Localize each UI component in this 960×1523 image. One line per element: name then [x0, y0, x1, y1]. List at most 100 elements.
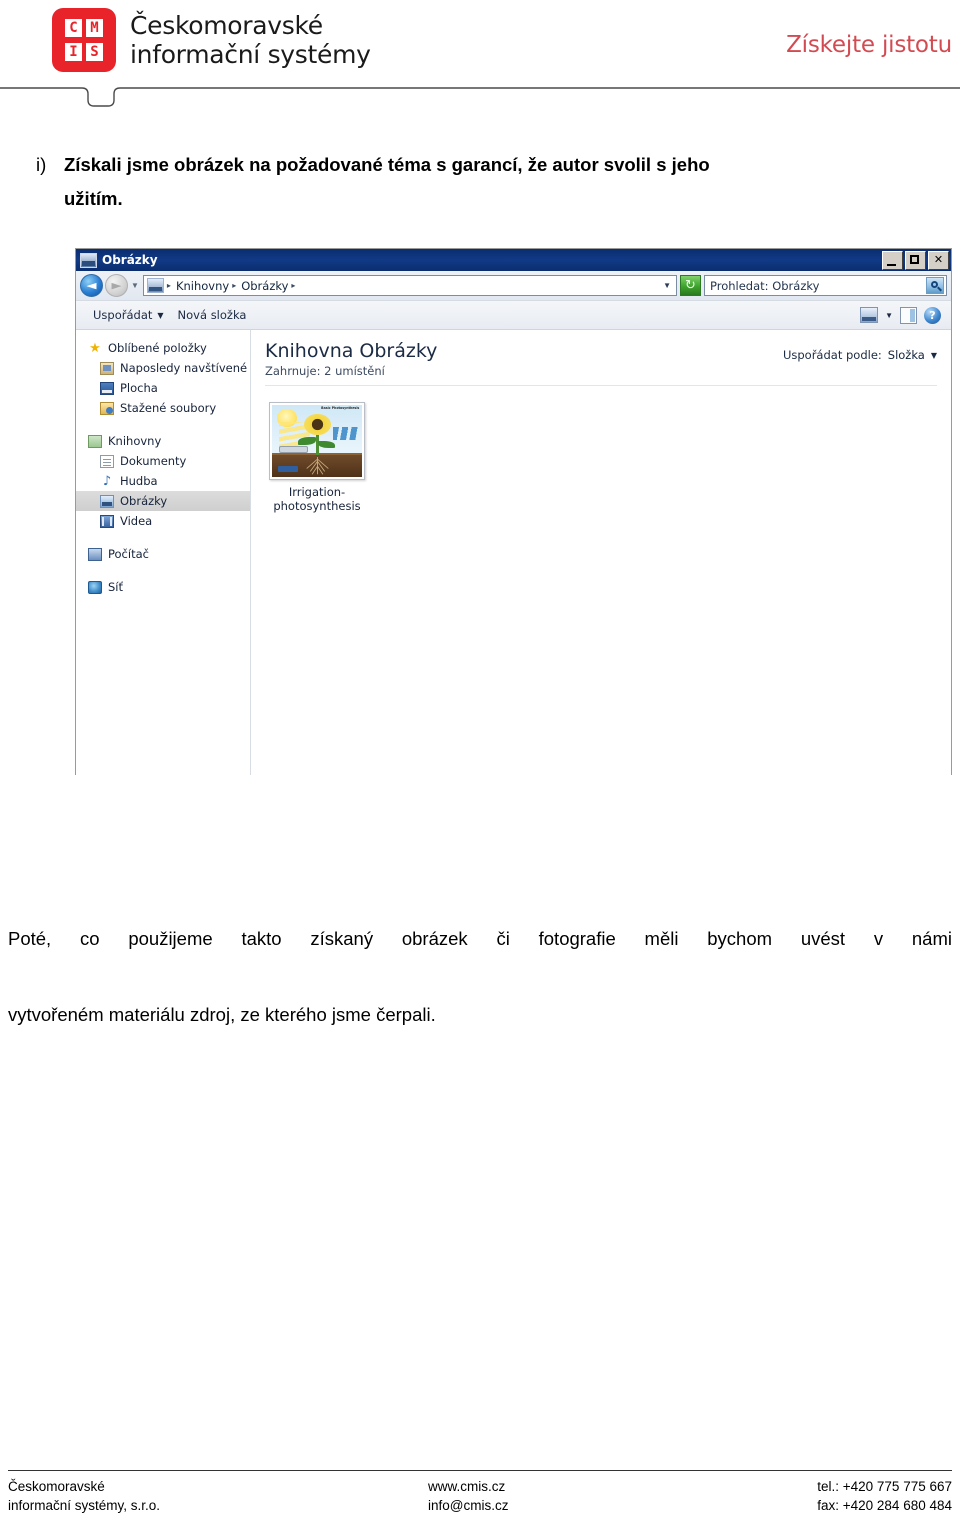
arrange-by-value[interactable]: Složka — [888, 348, 925, 362]
windows-explorer-window[interactable]: Obrázky ✕ ◄ ► ▼ ▸ Knihovny ▸ Obrázky ▸ ▼… — [75, 248, 952, 775]
plant-leaf-right — [317, 441, 335, 449]
logo-letter-c: C — [65, 19, 82, 37]
file-name-label: Irrigation-photosynthesis — [273, 485, 361, 513]
breadcrumb-separator-1[interactable]: ▸ — [231, 281, 239, 290]
preview-pane-icon[interactable] — [900, 306, 917, 324]
list-marker: i) — [36, 154, 47, 175]
plant-leaf-left — [298, 437, 317, 446]
logo-letter-i: I — [65, 43, 82, 61]
sidebar-item-computer[interactable]: Počítač — [76, 544, 250, 564]
section-heading-text1: Získali jsme obrázek na požadované téma … — [64, 154, 710, 175]
arrange-chevron-down-icon[interactable]: ▼ — [931, 351, 937, 360]
breadcrumb-separator-0[interactable]: ▸ — [166, 281, 174, 290]
body-paragraph-line2: vytvořeném materiálu zdroj, ze kterého j… — [8, 1004, 436, 1025]
library-header: Knihovna Obrázky Zahrnuje: 2 umístění Us… — [265, 340, 937, 386]
desktop-icon — [100, 381, 114, 395]
search-box[interactable]: Prohledat: Obrázky — [704, 275, 947, 296]
toolbar-right-group[interactable]: ▼ ? — [860, 306, 945, 324]
minimize-button[interactable] — [882, 250, 903, 270]
help-icon[interactable]: ? — [924, 306, 941, 324]
footer-company: Českomoravské informační systémy, s.r.o. — [8, 1477, 428, 1515]
body-paragraph-line1: Poté, co použijeme takto získaný obrázek… — [8, 928, 952, 949]
back-button[interactable]: ◄ — [80, 274, 103, 297]
cmis-logo-icon: C M I S — [52, 8, 116, 72]
file-item[interactable]: Basic Photosynthesis Irrigation-photosyn… — [265, 402, 369, 513]
sidebar-item-pictures-label: Obrázky — [120, 494, 168, 508]
address-bar[interactable]: ◄ ► ▼ ▸ Knihovny ▸ Obrázky ▸ ▼ ↻ Prohled… — [76, 271, 951, 301]
search-icon[interactable] — [926, 277, 944, 294]
subsurface-element — [278, 466, 299, 472]
new-folder-button[interactable]: Nová složka — [171, 305, 254, 325]
logo-letter-s: S — [86, 43, 103, 61]
footer-website[interactable]: www.cmis.cz — [428, 1477, 738, 1496]
downloads-icon — [100, 401, 114, 415]
back-arrow-icon: ◄ — [86, 278, 97, 293]
sidebar-item-videos[interactable]: Videa — [76, 511, 250, 531]
sidebar-item-recent-places[interactable]: Naposledy navštívené — [76, 358, 250, 378]
sidebar-item-videos-label: Videa — [120, 514, 153, 528]
sidebar-item-desktop-label: Plocha — [120, 381, 158, 395]
footer-contact-web: www.cmis.cz info@cmis.cz — [428, 1477, 738, 1515]
close-button[interactable]: ✕ — [928, 250, 949, 270]
window-titlebar[interactable]: Obrázky ✕ — [76, 249, 951, 271]
sidebar-item-downloads-label: Stažené soubory — [120, 401, 217, 415]
search-input[interactable]: Prohledat: Obrázky — [710, 279, 926, 293]
section-heading-line1: i) Získali jsme obrázek na požadované tém… — [36, 148, 954, 182]
recent-places-icon — [100, 361, 114, 375]
address-dropdown-icon[interactable]: ▼ — [663, 281, 673, 290]
sidebar-item-music[interactable]: ♪ Hudba — [76, 471, 250, 491]
brand-tagline: Získejte jistotu — [786, 32, 952, 58]
sidebar-item-documents[interactable]: Dokumenty — [76, 451, 250, 471]
footer-company-line2: informační systémy, s.r.o. — [8, 1498, 161, 1513]
breadcrumb-knihovny[interactable]: Knihovny — [174, 279, 231, 293]
plant-roots-icon — [305, 456, 329, 475]
network-icon — [88, 580, 102, 594]
navigation-pane[interactable]: ★ Oblíbené položky Naposledy navštívené … — [76, 330, 251, 775]
footer-email[interactable]: info@cmis.cz — [428, 1496, 738, 1515]
sidebar-item-downloads[interactable]: Stažené soubory — [76, 398, 250, 418]
sidebar-item-music-label: Hudba — [120, 474, 158, 488]
window-controls[interactable]: ✕ — [882, 250, 949, 270]
irrigation-pipe-icon — [279, 446, 308, 453]
address-breadcrumb-field[interactable]: ▸ Knihovny ▸ Obrázky ▸ ▼ — [142, 275, 677, 296]
history-dropdown-icon[interactable]: ▼ — [131, 281, 139, 290]
sidebar-group-libraries-label: Knihovny — [108, 434, 162, 448]
arrange-by-control[interactable]: Uspořádat podle: Složka ▼ — [783, 348, 937, 362]
maximize-button[interactable] — [905, 250, 926, 270]
file-grid[interactable]: Basic Photosynthesis Irrigation-photosyn… — [265, 386, 937, 513]
documents-icon — [100, 454, 114, 468]
forward-arrow-icon: ► — [111, 278, 122, 293]
organize-button[interactable]: Uspořádat ▼ — [86, 305, 171, 325]
sidebar-group-libraries[interactable]: Knihovny — [76, 431, 250, 451]
sidebar-item-network[interactable]: Síť — [76, 577, 250, 597]
arrange-by-label: Uspořádat podle: — [782, 348, 882, 362]
brand-logo: C M I S Českomoravské informační systémy — [52, 8, 371, 72]
view-chevron-down-icon[interactable]: ▼ — [885, 311, 893, 320]
view-icon[interactable] — [860, 307, 879, 323]
command-toolbar[interactable]: Uspořádat ▼ Nová složka ▼ ? — [76, 301, 951, 330]
file-thumbnail[interactable]: Basic Photosynthesis — [269, 402, 365, 480]
library-title-block: Knihovna Obrázky Zahrnuje: 2 umístění — [265, 340, 437, 378]
footer-company-line1: Českomoravské — [8, 1479, 105, 1494]
library-subtitle: Zahrnuje: 2 umístění — [265, 364, 385, 378]
sidebar-item-pictures[interactable]: Obrázky — [76, 491, 250, 511]
body-paragraph: Poté, co použijeme takto získaný obrázek… — [8, 920, 952, 1034]
breadcrumb-obrazky[interactable]: Obrázky — [239, 279, 290, 293]
sidebar-group-favorites[interactable]: ★ Oblíbené položky — [76, 338, 250, 358]
refresh-button[interactable]: ↻ — [680, 275, 701, 296]
sidebar-item-documents-label: Dokumenty — [120, 454, 187, 468]
library-title: Knihovna Obrázky — [265, 340, 438, 362]
forward-button[interactable]: ► — [105, 274, 128, 297]
content-pane[interactable]: Knihovna Obrázky Zahrnuje: 2 umístění Us… — [251, 330, 951, 775]
pictures-icon — [100, 494, 114, 508]
organize-label: Uspořádat — [93, 308, 153, 322]
page-header: C M I S Českomoravské informační systémy… — [0, 0, 960, 110]
sidebar-item-network-label: Síť — [108, 580, 124, 594]
address-pictures-icon — [146, 278, 164, 293]
sidebar-item-desktop[interactable]: Plocha — [76, 378, 250, 398]
breadcrumb-separator-2[interactable]: ▸ — [290, 281, 298, 290]
music-icon: ♪ — [102, 473, 112, 489]
brand-name-line1: Českomoravské — [130, 11, 323, 40]
